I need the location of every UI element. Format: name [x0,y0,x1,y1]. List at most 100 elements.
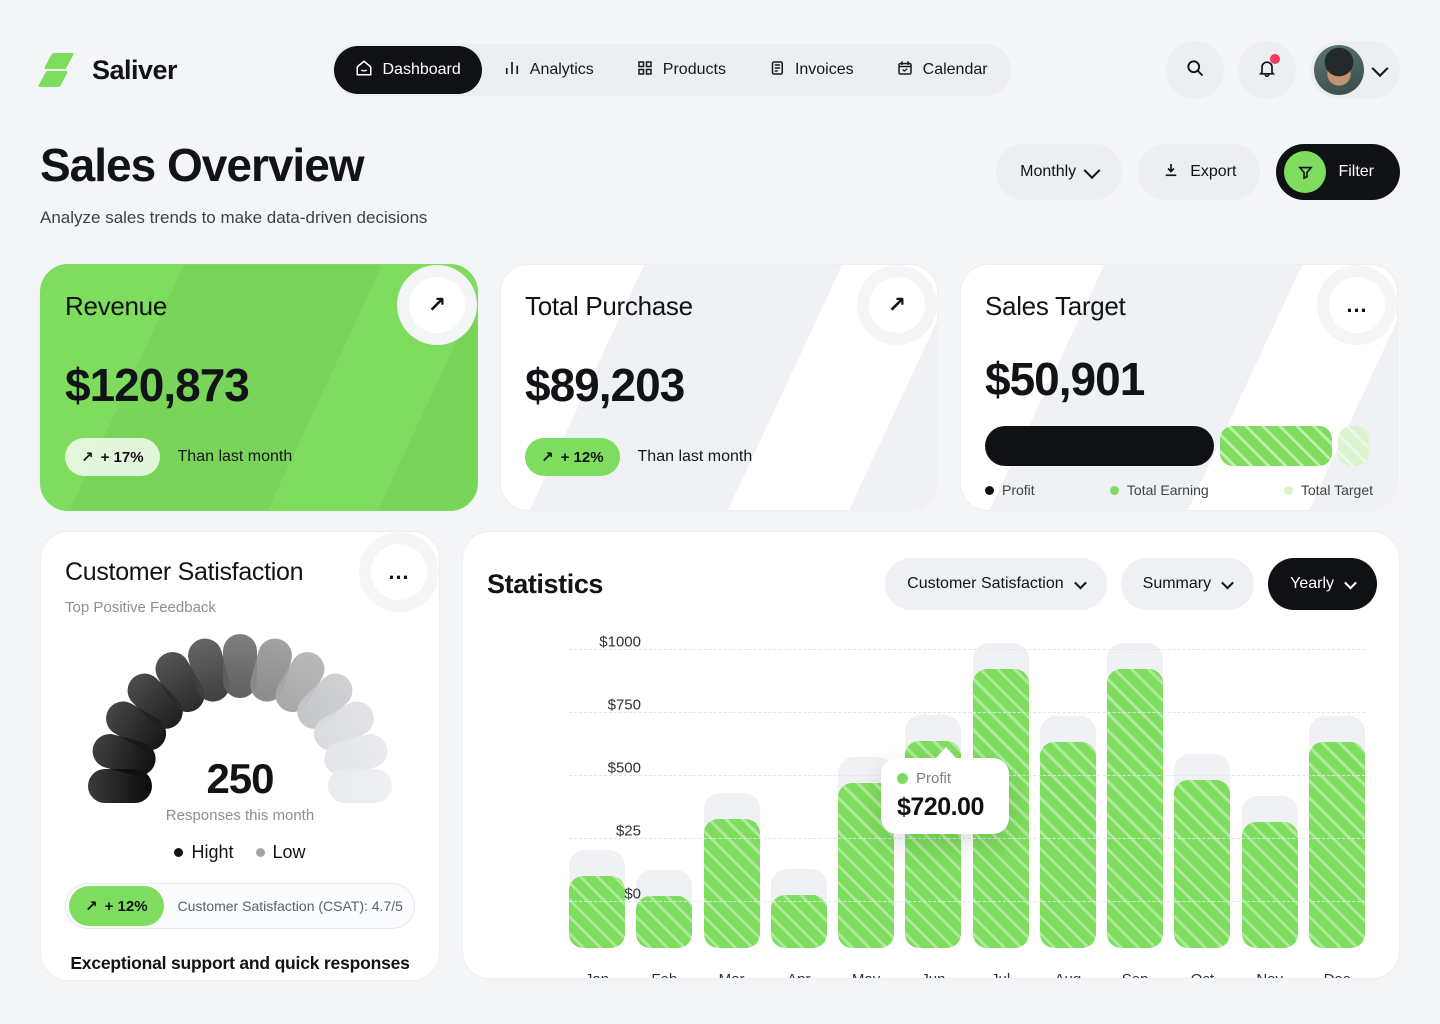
revenue-card: Revenue $120,873 ↗ + 17% Than last month… [40,264,478,511]
nav-item-products[interactable]: Products [615,46,747,94]
customer-satisfaction-card: Customer Satisfaction Top Positive Feedb… [40,531,440,981]
nav-label: Products [663,61,726,79]
y-tick-25: $25 [581,823,641,840]
gauge-legend: Hight Low [65,842,415,863]
nav-label: Invoices [795,61,854,79]
revenue-delta: + 17% [101,449,144,466]
target-menu-button[interactable]: … [1329,277,1385,333]
lower-row: Customer Satisfaction Top Positive Feedb… [40,531,1400,981]
month-label-oct: Oct [1174,971,1230,979]
notification-dot [1270,54,1280,64]
statistics-filters: Customer Satisfaction Summary Yearly [885,558,1377,610]
arrow-up-right-icon: ↗ [888,294,906,316]
top-bar: Saliver Dashboard Analytics Products Inv… [40,44,1400,96]
purchase-delta: + 12% [561,449,604,466]
revenue-open-button[interactable]: ↗ [409,277,465,333]
legend-item-profit: Profit [985,482,1035,498]
range-select[interactable]: Yearly [1268,558,1377,610]
bar-fill [1107,669,1163,948]
range-label: Yearly [1290,575,1334,593]
search-icon [1185,58,1205,83]
progress-segment-total-earning [1220,426,1333,466]
bar-fill [1040,742,1096,948]
export-button[interactable]: Export [1138,144,1260,200]
legend-dot [256,848,265,857]
profile-menu[interactable] [1310,41,1400,99]
revenue-value: $120,873 [65,358,453,412]
grid-icon [636,59,654,82]
avatar [1314,45,1364,95]
legend-label: Hight [191,842,233,863]
chevron-down-icon [1084,162,1101,179]
legend-label: Low [273,842,306,863]
purchase-delta-note: Than last month [638,448,753,466]
legend-item-total-target: Total Target [1284,482,1373,498]
page-title: Sales Overview [40,138,427,192]
target-legend: Profit Total Earning Total Target [985,482,1373,498]
period-select[interactable]: Monthly [996,144,1122,200]
bar-fill [636,896,692,948]
nav-item-invoices[interactable]: Invoices [747,46,875,94]
csat-delta: + 12% [105,898,148,915]
filter-button[interactable]: Filter [1276,144,1400,200]
page-subtitle: Analyze sales trends to make data-driven… [40,208,427,228]
view-select[interactable]: Summary [1121,558,1254,610]
purchase-delta-badge: ↗ + 12% [525,438,620,476]
brand[interactable]: Saliver [40,50,177,90]
legend-dot [1110,486,1119,495]
statistics-header: Statistics Customer Satisfaction Summary… [485,558,1377,610]
csat-menu-button[interactable]: … [371,544,427,600]
notifications-button[interactable] [1238,41,1296,99]
nav-item-analytics[interactable]: Analytics [482,46,615,94]
period-label: Monthly [1020,163,1076,181]
purchase-open-button[interactable]: ↗ [869,277,925,333]
gauge-segment-13 [328,769,392,803]
view-label: Summary [1143,575,1211,593]
nav-label: Dashboard [382,61,460,79]
gauge-legend-low: Low [256,842,306,863]
csat-title: Customer Satisfaction [65,558,415,587]
tooltip-series-dot [897,773,908,784]
satisfaction-gauge: 250 Responses this month [80,646,400,824]
search-button[interactable] [1166,41,1224,99]
legend-dot [174,848,183,857]
month-label-jul: Jul [973,971,1029,979]
y-tick-0: $0 [581,886,641,903]
metric-label: Customer Satisfaction [907,575,1064,593]
document-icon [768,59,786,82]
three-dots-icon: … [1346,301,1369,310]
bar-fill [1242,822,1298,948]
month-label-dec: Dec [1309,971,1365,979]
target-value: $50,901 [985,352,1373,406]
bar-fill [1309,742,1365,948]
y-tick-1000: $1000 [581,634,641,651]
chart-tooltip: Profit $720.00 [881,758,1009,834]
chevron-down-icon [1371,60,1388,77]
purchase-value: $89,203 [525,358,913,412]
csat-footnote: Exceptional support and quick responses [65,953,415,974]
nav-item-calendar[interactable]: Calendar [875,46,1009,94]
tooltip-label: Profit [916,770,951,787]
statistics-card: Statistics Customer Satisfaction Summary… [462,531,1400,979]
total-purchase-card: Total Purchase $89,203 ↗ + 12% Than last… [500,264,938,511]
profit-bar-chart: Profit $720.00 $0$25$500$750$1000 JanFeb… [485,636,1377,979]
csat-score-text: Customer Satisfaction (CSAT): 4.7/5 [178,898,403,914]
download-icon [1162,161,1180,184]
metric-select[interactable]: Customer Satisfaction [885,558,1107,610]
sales-target-card: Sales Target $50,901 ProfitTotal Earning… [960,264,1398,511]
progress-segment-profit [985,426,1214,466]
gridline-25 [569,838,1365,839]
brand-name: Saliver [92,55,177,86]
nav-item-dashboard[interactable]: Dashboard [334,46,481,94]
month-label-may: May [838,971,894,979]
nav-label: Calendar [923,61,988,79]
gridline-1000 [569,649,1365,650]
month-label-aug: Aug [1040,971,1096,979]
gridline-750 [569,712,1365,713]
page-actions: Monthly Export Filter [996,144,1400,200]
month-label-sep: Sep [1107,971,1163,979]
top-actions [1166,41,1400,99]
arrow-up-right-icon: ↗ [85,899,98,914]
legend-item-total-earning: Total Earning [1110,482,1209,498]
month-label-nov: Nov [1242,971,1298,979]
